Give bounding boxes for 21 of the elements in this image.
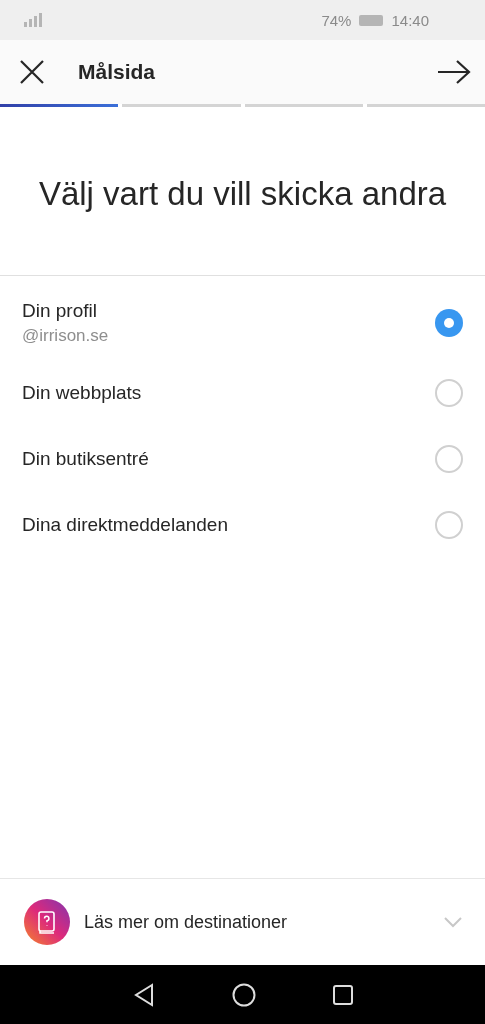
recents-icon[interactable] [331, 983, 354, 1006]
option-sublabel: @irrison.se [22, 326, 110, 346]
help-book-icon [24, 899, 70, 945]
signal-icon [24, 13, 44, 27]
radio-button[interactable] [435, 511, 463, 539]
home-icon[interactable] [231, 982, 256, 1007]
battery-percentage: 74% [321, 11, 352, 29]
page-title: Målsida [78, 60, 157, 84]
option-label[interactable]: Din butiksentré [22, 448, 435, 470]
radio-button[interactable] [435, 309, 463, 337]
radio-button[interactable] [435, 445, 463, 473]
learn-more-link[interactable]: Läs mer om destinationer [84, 911, 429, 933]
option-label[interactable]: Din profil [22, 300, 435, 322]
close-icon[interactable] [18, 58, 46, 86]
battery-icon [359, 14, 384, 26]
radio-button[interactable] [435, 379, 463, 407]
clock-time: 14:40 [391, 11, 429, 29]
next-arrow-icon[interactable] [437, 59, 471, 85]
heading: Välj vart du vill skicka andra [37, 175, 448, 213]
option-label[interactable]: Din webbplats [22, 382, 435, 404]
option-label[interactable]: Dina direktmeddelanden [22, 514, 435, 536]
